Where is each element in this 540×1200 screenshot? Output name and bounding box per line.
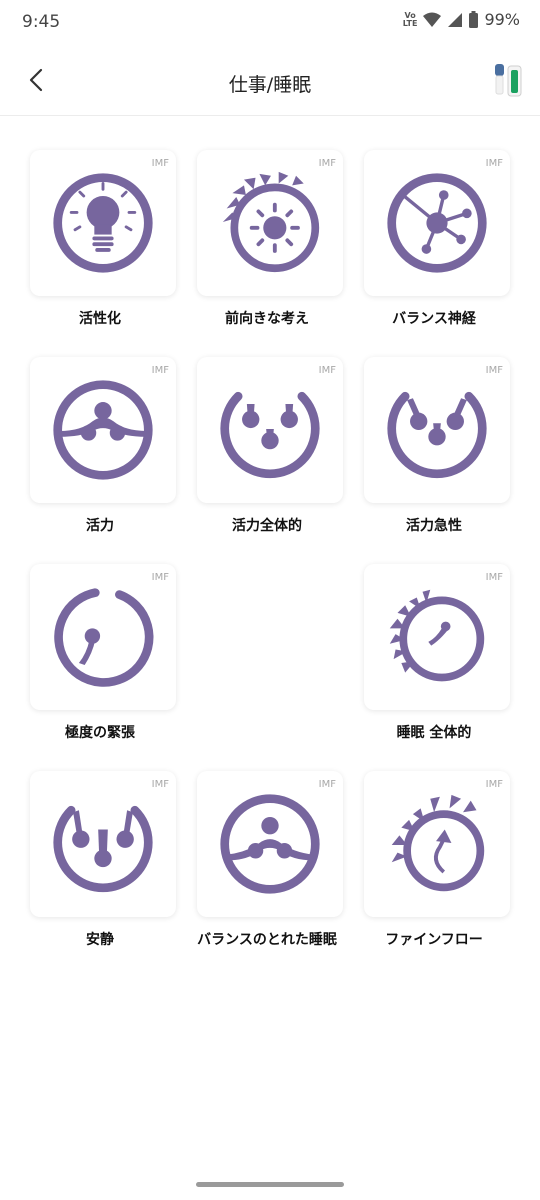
program-item: IMF バランス神経	[351, 150, 517, 336]
program-label: 活力全体的	[232, 518, 302, 534]
program-card-fine-flow[interactable]: IMF	[364, 771, 510, 917]
program-label: 活力	[86, 518, 114, 534]
imf-tag: IMF	[485, 572, 503, 583]
program-card-activation[interactable]: IMF	[30, 150, 176, 296]
program-item: IMF 睡眠 全体的	[351, 564, 517, 750]
program-label: バランスのとれた睡眠	[197, 932, 337, 948]
program-item: IMF 活力全体的	[184, 357, 350, 543]
program-item: IMF 前向きな考え	[184, 150, 350, 336]
vitality-overall-icon	[220, 391, 320, 479]
rest-icon	[53, 805, 153, 893]
imf-tag: IMF	[318, 779, 336, 790]
program-item: IMF 活力急性	[351, 357, 517, 543]
program-item: IMF 活性化	[17, 150, 183, 336]
device-status-icon[interactable]	[494, 62, 524, 98]
imf-tag: IMF	[318, 365, 336, 376]
program-label: 安静	[86, 932, 114, 948]
imf-tag: IMF	[151, 158, 169, 169]
program-item: IMF 安静	[17, 771, 183, 957]
extreme-tension-icon	[54, 588, 154, 687]
program-label: 睡眠 全体的	[396, 725, 472, 741]
imf-tag: IMF	[485, 779, 503, 790]
program-label: 前向きな考え	[225, 311, 309, 327]
battery-icon	[469, 11, 479, 28]
program-card-balance-nerve[interactable]: IMF	[364, 150, 510, 296]
program-label: ファインフロー	[385, 932, 483, 948]
app-header: 仕事/睡眠	[0, 48, 540, 116]
program-item: IMF 活力	[17, 357, 183, 543]
vitality-acute-icon	[387, 391, 487, 479]
imf-tag: IMF	[151, 572, 169, 583]
lightbulb-icon	[53, 173, 153, 273]
program-card-sleep-overall[interactable]: IMF	[364, 564, 510, 710]
status-icons: Vo LTE 99%	[403, 10, 520, 29]
program-label: バランス神経	[392, 311, 476, 327]
program-item: IMF ファインフロー	[351, 771, 517, 957]
program-card-rest[interactable]: IMF	[30, 771, 176, 917]
wifi-icon	[423, 12, 442, 27]
program-item: IMF バランスのとれた睡眠	[184, 771, 350, 957]
imf-tag: IMF	[485, 365, 503, 376]
signal-icon	[448, 12, 463, 27]
vitality-icon	[53, 380, 153, 480]
program-card-balanced-sleep[interactable]: IMF	[197, 771, 343, 917]
program-card-vitality-overall[interactable]: IMF	[197, 357, 343, 503]
imf-tag: IMF	[318, 158, 336, 169]
sleep-overall-icon	[389, 589, 485, 682]
program-card-positive-thinking[interactable]: IMF	[197, 150, 343, 296]
sun-icon	[222, 171, 320, 273]
program-card-extreme-tension[interactable]: IMF	[30, 564, 176, 710]
program-label: 活性化	[79, 311, 121, 327]
program-label: 極度の緊張	[65, 725, 135, 741]
status-bar: 9:45 Vo LTE 99%	[0, 0, 540, 46]
battery-percent: 99%	[484, 10, 520, 29]
volte-icon: Vo LTE	[402, 10, 418, 28]
home-indicator[interactable]	[196, 1182, 344, 1187]
page-title: 仕事/睡眠	[228, 74, 312, 96]
imf-tag: IMF	[151, 365, 169, 376]
status-time: 9:45	[22, 12, 61, 32]
program-label: 活力急性	[406, 518, 462, 534]
program-card-vitality[interactable]: IMF	[30, 357, 176, 503]
imf-tag: IMF	[151, 779, 169, 790]
imf-tag: IMF	[485, 158, 503, 169]
neuron-icon	[387, 173, 487, 273]
balanced-sleep-icon	[220, 794, 320, 894]
program-card-vitality-acute[interactable]: IMF	[364, 357, 510, 503]
fine-flow-icon	[391, 794, 485, 892]
program-item: IMF 極度の緊張	[17, 564, 183, 750]
